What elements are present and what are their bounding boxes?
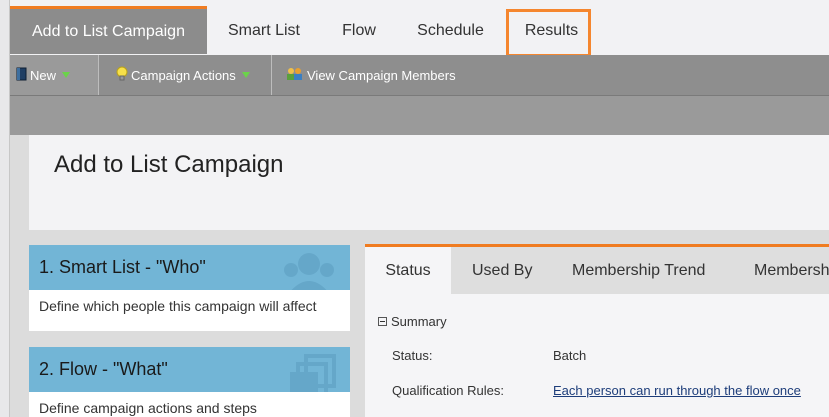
- lightbulb-icon: [116, 66, 128, 84]
- flow-card-header: 2. Flow - "What": [29, 347, 350, 392]
- page-title: Add to List Campaign: [54, 151, 284, 178]
- new-button[interactable]: New: [10, 55, 98, 95]
- flow-card-title: 2. Flow - "What": [39, 359, 168, 379]
- collapse-icon: [378, 317, 387, 326]
- qualification-rules-label: Qualification Rules:: [392, 383, 504, 398]
- toolbar-shadow-band: [10, 96, 829, 135]
- new-document-icon: [16, 67, 27, 84]
- summary-heading: Summary: [391, 314, 447, 329]
- new-button-label: New: [30, 67, 57, 83]
- results-panel: Status Used By Membership Trend Membersh…: [365, 244, 829, 417]
- flow-card[interactable]: 2. Flow - "What" Define campaign actions…: [29, 347, 350, 417]
- chevron-down-icon: [241, 72, 250, 78]
- view-campaign-members-button[interactable]: View Campaign Members: [280, 55, 480, 95]
- tab-label: Status: [385, 261, 431, 279]
- view-campaign-members-label: View Campaign Members: [307, 67, 456, 83]
- tab-status[interactable]: Status: [365, 247, 451, 294]
- tab-smart-list[interactable]: Smart List: [214, 7, 314, 55]
- campaign-actions-button[interactable]: Campaign Actions: [110, 55, 270, 95]
- campaign-header: Add to List Campaign: [29, 135, 829, 230]
- tab-label: Used By: [472, 261, 533, 279]
- smart-list-card-header: 1. Smart List - "Who": [29, 245, 350, 290]
- toolbar-divider: [98, 55, 99, 95]
- status-label: Status:: [392, 348, 433, 363]
- tab-schedule[interactable]: Schedule: [403, 7, 498, 55]
- stack-icon: [288, 352, 338, 392]
- smart-list-card[interactable]: 1. Smart List - "Who" Define which peopl…: [29, 245, 350, 331]
- tab-label: Results: [524, 22, 579, 39]
- qualification-rules-link[interactable]: Each person can run through the flow onc…: [553, 383, 801, 398]
- tab-label: Schedule: [417, 22, 484, 39]
- status-value: Batch: [553, 348, 587, 363]
- smart-list-card-title: 1. Smart List - "Who": [39, 257, 206, 277]
- top-tab-bar: Add to List Campaign Smart List Flow Sch…: [10, 0, 829, 55]
- summary-toggle[interactable]: Summary: [378, 314, 447, 329]
- members-icon: [286, 67, 304, 84]
- tab-add-to-list-campaign[interactable]: Add to List Campaign: [10, 6, 207, 54]
- tab-label: Add to List Campaign: [32, 22, 185, 40]
- tab-flow[interactable]: Flow: [325, 7, 393, 55]
- tab-label: Smart List: [227, 22, 300, 39]
- tab-membership-trend[interactable]: Membership Trend: [572, 247, 705, 294]
- left-edge-strip: [0, 0, 10, 417]
- results-tab-bar: Status Used By Membership Trend Membersh: [365, 244, 829, 294]
- toolbar-divider: [271, 55, 272, 95]
- tab-used-by[interactable]: Used By: [472, 247, 532, 294]
- people-icon: [280, 250, 338, 290]
- campaign-toolbar: New Campaign Actions View Campaign Membe…: [10, 55, 829, 96]
- tab-results[interactable]: Results: [509, 7, 594, 55]
- tab-label: Membersh: [754, 261, 829, 279]
- tab-label: Flow: [342, 22, 376, 39]
- chevron-down-icon: [62, 72, 71, 78]
- flow-card-description: Define campaign actions and steps: [39, 400, 257, 416]
- smart-list-card-description: Define which people this campaign will a…: [39, 298, 317, 314]
- tab-membership[interactable]: Membersh: [754, 247, 829, 294]
- campaign-actions-label: Campaign Actions: [131, 67, 236, 83]
- tab-label: Membership Trend: [572, 261, 706, 279]
